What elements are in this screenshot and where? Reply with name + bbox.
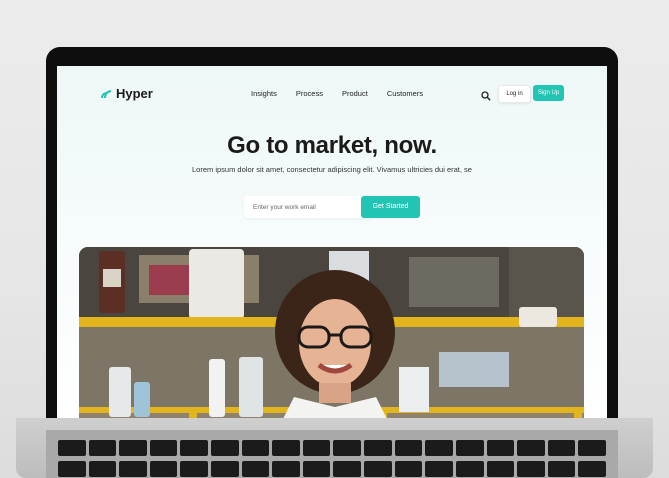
nav-item-product[interactable]: Product (342, 89, 368, 98)
browser-screen: Hyper Insights Process Product Customers… (57, 66, 607, 418)
nav-item-customers[interactable]: Customers (387, 89, 423, 98)
top-navbar: Hyper Insights Process Product Customers… (57, 80, 607, 106)
get-started-button[interactable]: Get Started (361, 196, 420, 218)
login-button[interactable]: Log in (498, 85, 531, 103)
hero-photo (79, 247, 584, 418)
brand-logo[interactable]: Hyper (101, 86, 153, 101)
email-field[interactable] (244, 196, 374, 218)
nav-menu: Insights Process Product Customers (251, 89, 423, 98)
nav-item-insights[interactable]: Insights (251, 89, 277, 98)
keyboard (58, 440, 606, 478)
hero-photo-illustration (79, 247, 584, 418)
logo-icon (101, 89, 112, 99)
nav-item-process[interactable]: Process (296, 89, 323, 98)
hero-subtitle: Lorem ipsum dolor sit amet, consectetur … (192, 165, 472, 174)
signup-button[interactable]: Sign Up (533, 85, 564, 101)
brand-name: Hyper (116, 86, 153, 101)
search-icon[interactable] (481, 88, 491, 101)
hero-title: Go to market, now. (227, 132, 437, 159)
